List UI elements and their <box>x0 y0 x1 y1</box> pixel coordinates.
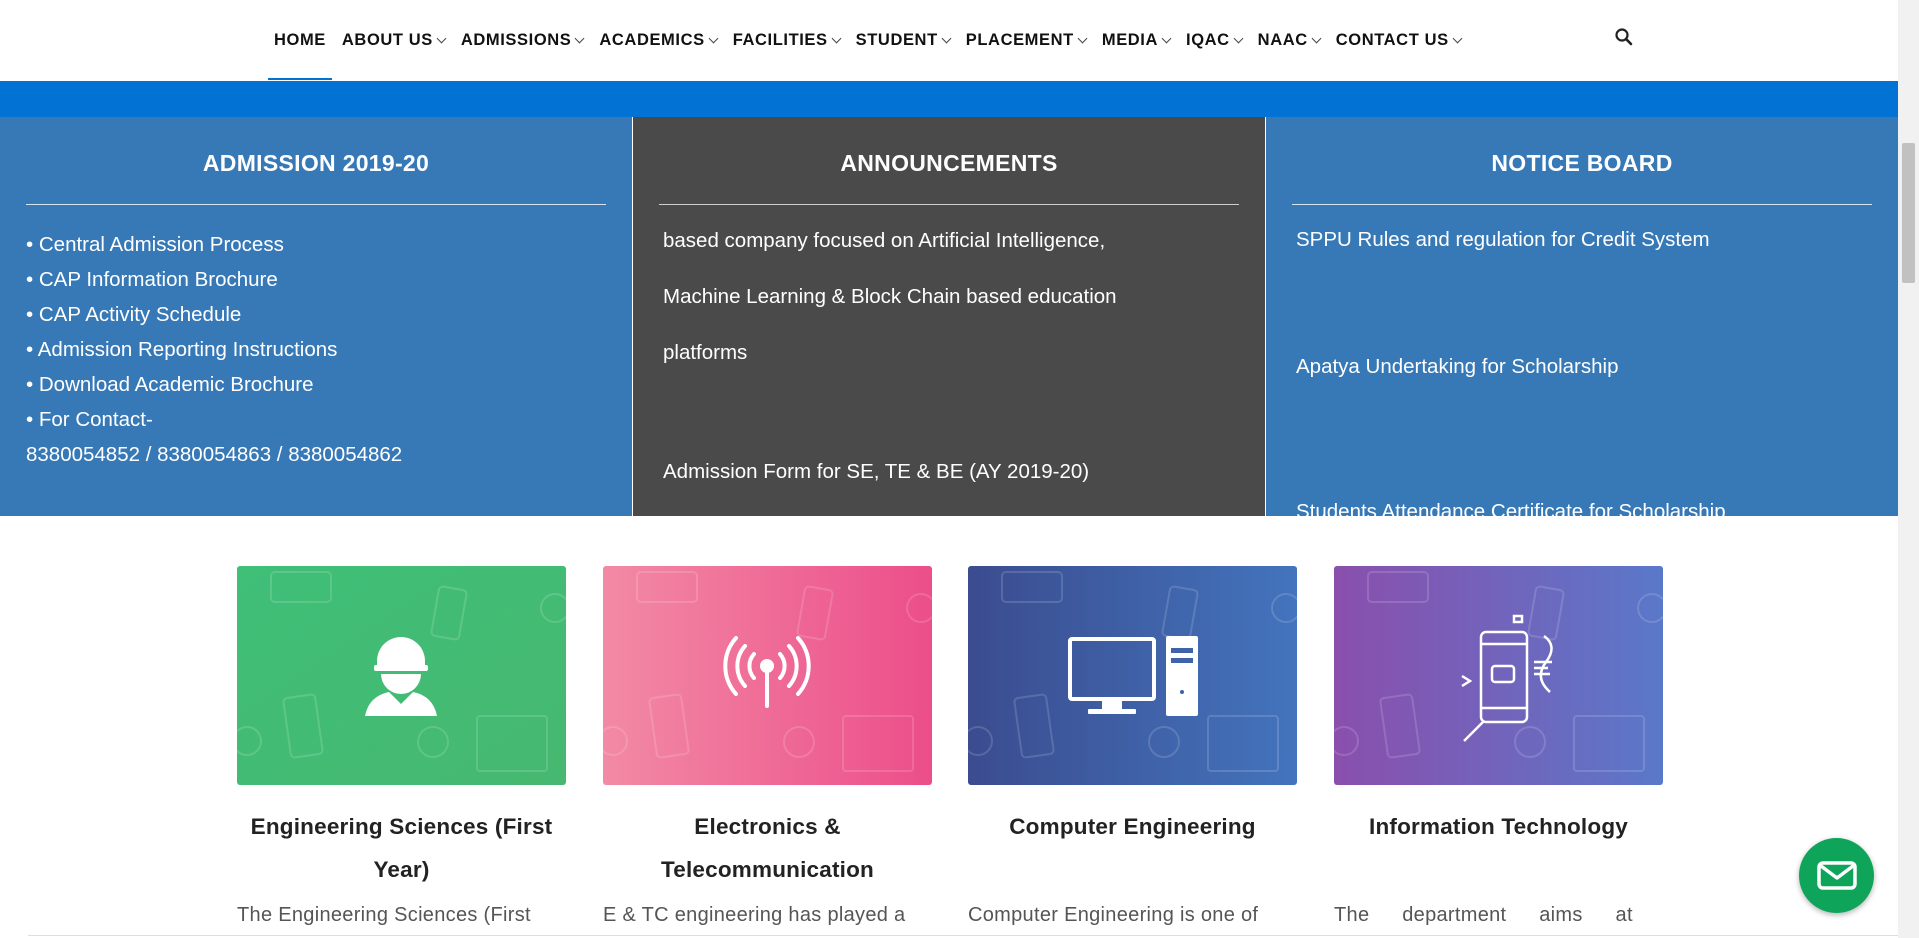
search-icon[interactable] <box>1614 27 1634 47</box>
announcements-title: ANNOUNCEMENTS <box>840 150 1058 176</box>
department-card-it: Information Technology <box>1334 566 1663 848</box>
announcements-scroller: based company focused on Artificial Inte… <box>663 230 1235 516</box>
admission-title: ADMISSION 2019-20 <box>202 150 430 176</box>
divider <box>659 204 1239 205</box>
nav-item-placement[interactable]: PLACEMENT <box>960 0 1096 80</box>
nav-item-label: ADMISSIONS <box>460 30 572 49</box>
notice-link[interactable]: SPPU Rules and regulation for Credit Sys… <box>1296 230 1836 254</box>
announcement-line: platforms <box>663 341 748 364</box>
nav-item-naac[interactable]: NAAC <box>1252 0 1330 80</box>
notice-link[interactable]: Students Attendance Certificate for Scho… <box>1296 498 1836 516</box>
announcement-line: based company focused on Artificial Inte… <box>663 230 1106 252</box>
antenna-icon <box>723 636 811 708</box>
nav-item-about-us[interactable]: ABOUT US <box>336 0 455 80</box>
admission-link-cap-schedule[interactable]: • CAP Activity Schedule <box>26 297 402 332</box>
divider <box>28 935 1898 936</box>
contact-chat-button[interactable] <box>1799 838 1874 913</box>
department-card-engineering-sciences: Engineering Sciences (First Year) <box>237 566 566 891</box>
notice-link[interactable]: Apatya Undertaking for Scholarship <box>1296 353 1836 381</box>
admission-contact-numbers: 8380054852 / 8380054863 / 8380054862 <box>26 443 403 466</box>
department-description: E & TC engineering has played a <box>603 904 906 926</box>
nav-item-contact-us[interactable]: CONTACT US <box>1330 0 1471 80</box>
chevron-down-icon <box>574 33 585 43</box>
nav-item-label: CONTACT US <box>1335 30 1449 49</box>
mail-icon <box>1817 861 1857 890</box>
admission-link-cap-brochure[interactable]: • CAP Information Brochure <box>26 262 402 297</box>
nav-item-label: STUDENT <box>855 30 938 49</box>
main-menu: HOME ABOUT US ADMISSIONS ACADEMICS FACIL… <box>268 0 1471 80</box>
nav-item-label: FACILITIES <box>732 30 828 49</box>
divider <box>1292 204 1872 205</box>
chevron-down-icon <box>1311 33 1322 43</box>
nav-item-admissions[interactable]: ADMISSIONS <box>455 0 594 80</box>
department-title[interactable]: Electronics & Telecommunication <box>603 805 932 891</box>
notice-board-panel: NOTICE BOARD SPPU Rules and regulation f… <box>1266 117 1898 516</box>
engineer-icon <box>365 637 437 716</box>
notice-board-title: NOTICE BOARD <box>1491 150 1673 176</box>
nav-item-label: HOME <box>274 30 326 49</box>
announcement-link-admission-form[interactable]: Admission Form for SE, TE & BE (AY 2019-… <box>663 444 1183 500</box>
nav-item-label: ACADEMICS <box>599 30 705 49</box>
department-title[interactable]: Computer Engineering <box>968 805 1297 848</box>
page-scrollbar[interactable] <box>1898 0 1919 938</box>
computer-icon <box>1068 636 1198 716</box>
department-card-electronics: Electronics & Telecommunication <box>603 566 932 891</box>
nav-item-home[interactable]: HOME <box>268 0 336 80</box>
chevron-down-icon <box>1161 33 1172 43</box>
nav-item-label: MEDIA <box>1101 30 1159 49</box>
admission-link-reporting[interactable]: • Admission Reporting Instructions <box>26 332 402 367</box>
department-image[interactable] <box>237 566 566 785</box>
admission-link-academic-brochure[interactable]: • Download Academic Brochure <box>26 367 402 402</box>
nav-item-iqac[interactable]: IQAC <box>1180 0 1252 80</box>
nav-item-facilities[interactable]: FACILITIES <box>727 0 850 80</box>
nav-item-label: ABOUT US <box>341 30 433 49</box>
admission-contact-label: • For Contact- <box>26 408 153 431</box>
mobile-icon <box>1461 614 1553 742</box>
admission-list: • Central Admission Process • CAP Inform… <box>26 227 402 472</box>
chevron-down-icon <box>1077 33 1088 43</box>
divider <box>26 204 606 205</box>
department-description: The department aims at <box>1334 904 1633 926</box>
announcement-line: Machine Learning & Block Chain based edu… <box>663 285 1117 308</box>
department-image[interactable] <box>603 566 932 785</box>
department-description: Computer Engineering is one of <box>968 904 1259 926</box>
nav-item-media[interactable]: MEDIA <box>1096 0 1180 80</box>
announcements-panel: ANNOUNCEMENTS based company focused on A… <box>633 117 1265 516</box>
admission-panel: ADMISSION 2019-20 • Central Admission Pr… <box>0 117 632 516</box>
top-navbar: HOME ABOUT US ADMISSIONS ACADEMICS FACIL… <box>0 0 1898 80</box>
notice-scroller: SPPU Rules and regulation for Credit Sys… <box>1296 230 1868 516</box>
admission-link-cap-process[interactable]: • Central Admission Process <box>26 227 402 262</box>
header-accent-strip <box>0 81 1898 117</box>
chevron-down-icon <box>708 33 719 43</box>
scrollbar-thumb[interactable] <box>1902 143 1915 283</box>
department-image[interactable] <box>968 566 1297 785</box>
department-title[interactable]: Engineering Sciences (First Year) <box>237 805 566 891</box>
chevron-down-icon <box>1452 33 1463 43</box>
nav-item-academics[interactable]: ACADEMICS <box>593 0 726 80</box>
chevron-down-icon <box>436 33 447 43</box>
department-description: The Engineering Sciences (First <box>237 904 531 926</box>
nav-item-student[interactable]: STUDENT <box>850 0 960 80</box>
department-card-computer: Computer Engineering <box>968 566 1297 848</box>
department-title[interactable]: Information Technology <box>1334 805 1663 848</box>
nav-item-label: PLACEMENT <box>965 30 1074 49</box>
nav-item-label: NAAC <box>1257 30 1308 49</box>
chevron-down-icon <box>941 33 952 43</box>
chevron-down-icon <box>831 33 842 43</box>
nav-item-label: IQAC <box>1186 30 1230 49</box>
department-image[interactable] <box>1334 566 1663 785</box>
chevron-down-icon <box>1233 33 1244 43</box>
